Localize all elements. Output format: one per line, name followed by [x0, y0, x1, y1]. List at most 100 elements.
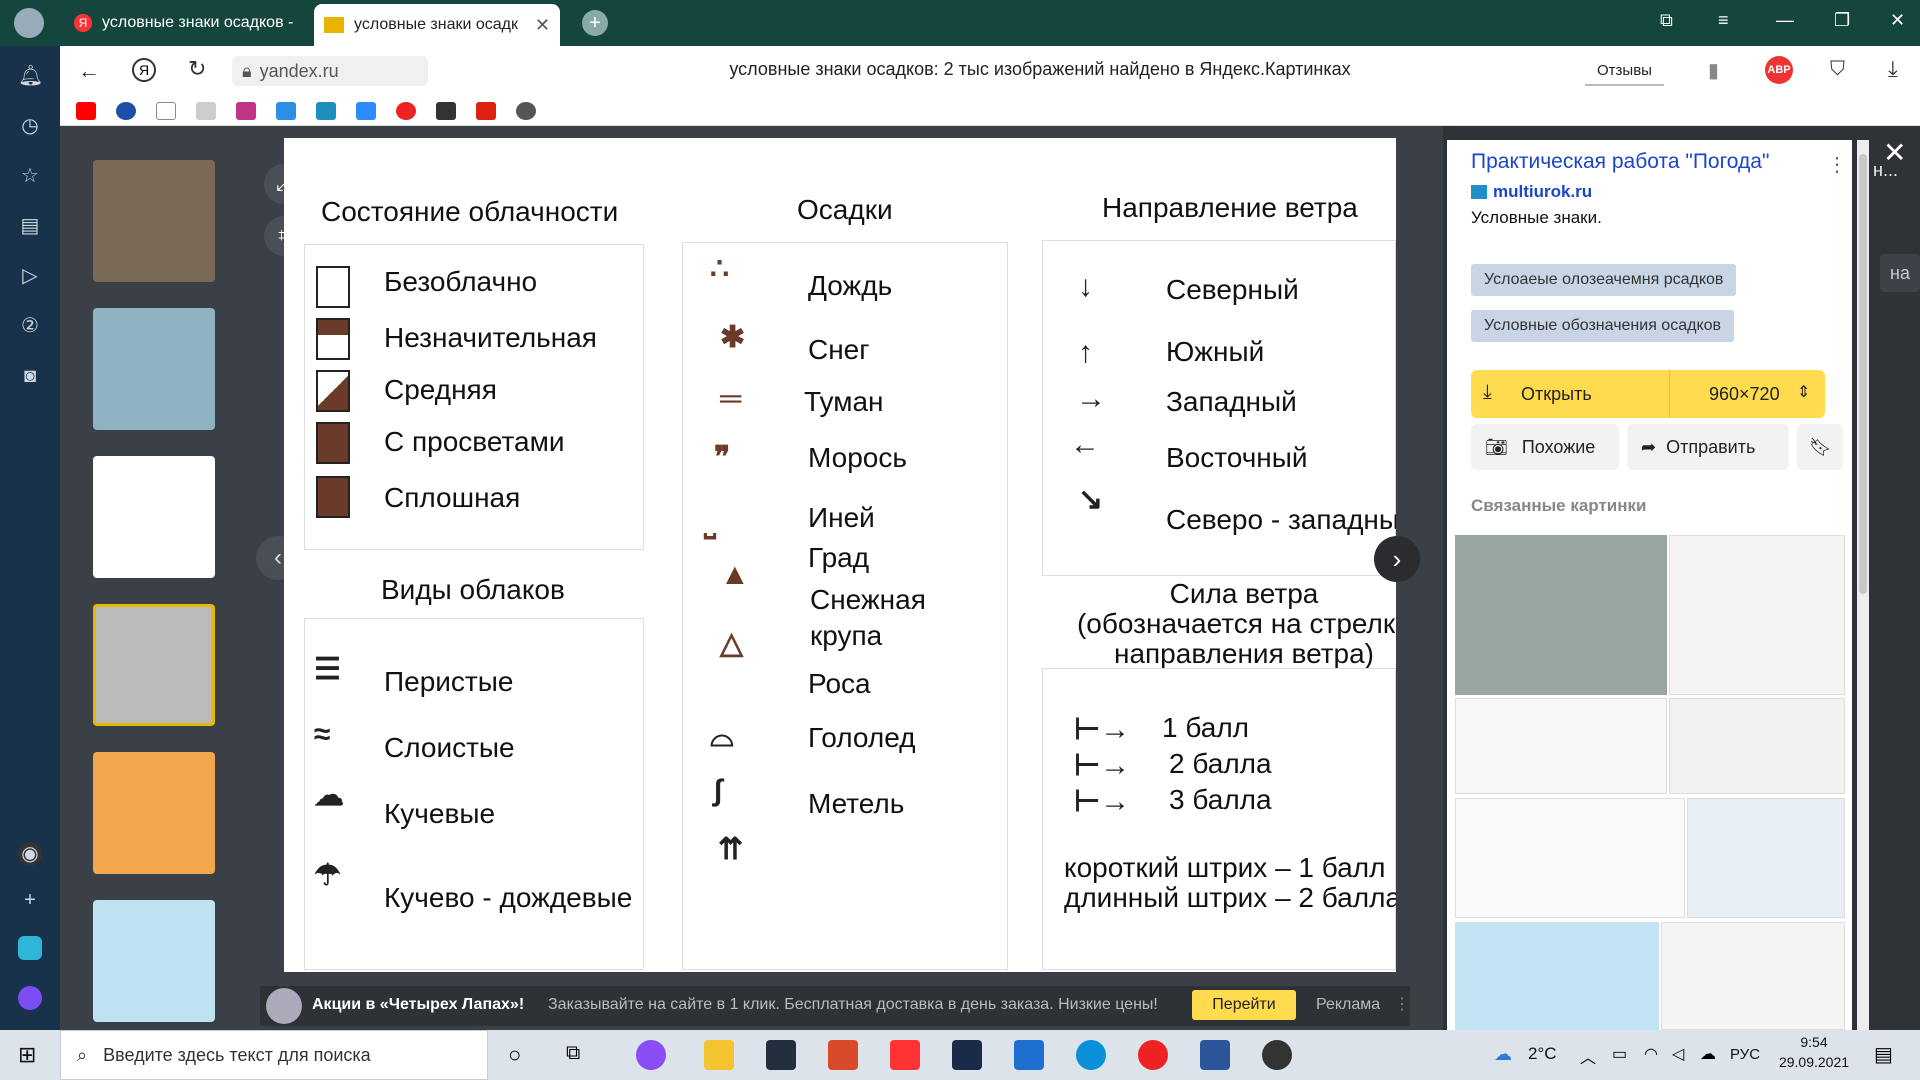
wifi-icon[interactable]: ◠ [1644, 1044, 1658, 1064]
back-icon[interactable]: ← [78, 58, 100, 84]
gear-icon[interactable] [516, 102, 536, 120]
maximize-button[interactable]: ❐ [1834, 10, 1850, 31]
reload-icon[interactable]: ↻ [188, 56, 206, 82]
thumbnail-5[interactable] [93, 752, 215, 874]
bookmark-icon[interactable]: ▮ [1708, 58, 1719, 83]
notifications-icon[interactable]: ▤ [1874, 1042, 1893, 1067]
play-icon[interactable]: ▷ [18, 264, 42, 288]
ad-go-button[interactable]: Перейти [1192, 990, 1296, 1020]
next-image-button[interactable]: › [1374, 536, 1420, 582]
bookmark-button[interactable]: 🔖︎ [1797, 424, 1843, 470]
edge-icon[interactable] [1076, 1040, 1106, 1070]
result-title-link[interactable]: Практическая работа "Погода" [1471, 150, 1769, 174]
feather-icon[interactable] [436, 102, 456, 120]
alice-app-icon[interactable]: ◉ [18, 842, 42, 866]
d-icon[interactable] [116, 102, 136, 120]
volume-icon[interactable]: ◁ [1672, 1044, 1684, 1064]
open-button[interactable]: ⤓ Открыть 960×720 ⇕ [1471, 370, 1825, 418]
related-image-3[interactable] [1455, 698, 1667, 794]
media-icon[interactable] [1262, 1040, 1292, 1070]
reviews-button[interactable]: Отзывы [1585, 56, 1664, 86]
download-icon[interactable]: ⤓ [1888, 56, 1898, 82]
related-image-8[interactable] [1661, 922, 1845, 1030]
word-icon[interactable] [1200, 1040, 1230, 1070]
copyright-icon[interactable] [396, 102, 416, 120]
battery-icon[interactable]: ▭ [1612, 1044, 1627, 1064]
profile-avatar[interactable] [14, 8, 44, 38]
adblock-icon[interactable]: ABP [1765, 56, 1793, 84]
tray-chevron-icon[interactable]: ︿ [1580, 1044, 1596, 1068]
related-image-1[interactable] [1455, 535, 1667, 695]
thumbnail-2[interactable] [93, 308, 215, 430]
related-image-5[interactable] [1455, 798, 1685, 918]
contacts-icon[interactable] [316, 102, 336, 120]
alice-icon[interactable] [18, 986, 42, 1010]
menu-icon[interactable]: ≡ [1718, 10, 1729, 31]
star-icon[interactable]: ☆ [18, 164, 42, 188]
document-icon[interactable] [156, 102, 176, 120]
new-tab-button[interactable]: + [582, 10, 608, 36]
youtube-icon[interactable] [76, 102, 96, 120]
ad-menu-icon[interactable]: ⋮ [1394, 994, 1410, 1014]
mail-icon[interactable] [1014, 1040, 1044, 1070]
tab-1[interactable]: Я условные знаки осадков - [64, 6, 308, 40]
label-dew: Роса [808, 668, 871, 699]
related-image-4[interactable] [1669, 698, 1845, 794]
photo-icon[interactable] [828, 1040, 858, 1070]
thumbnail-6[interactable] [93, 900, 215, 1022]
url-field[interactable]: 🔒︎ yandex.ru [232, 56, 428, 86]
add-icon[interactable]: + [18, 888, 42, 912]
yandex-home-icon[interactable]: Я [132, 58, 156, 82]
weather-icon[interactable]: ☁ [1494, 1044, 1512, 1065]
related-image-2[interactable] [1669, 535, 1845, 695]
instagram-icon[interactable] [236, 102, 256, 120]
image-size-select[interactable]: 960×720 [1709, 384, 1780, 405]
related-image-6[interactable] [1687, 798, 1845, 918]
similar-button[interactable]: 📷︎ Похожие [1471, 424, 1619, 470]
scrollbar[interactable] [1857, 140, 1869, 1030]
language-indicator[interactable]: РУС [1730, 1046, 1760, 1063]
related-image-7[interactable] [1455, 922, 1659, 1030]
thumbnail-3[interactable] [93, 456, 215, 578]
minimize-button[interactable]: — [1776, 10, 1794, 31]
explorer-icon[interactable] [704, 1040, 734, 1070]
tab-2[interactable]: условные знаки осадк ✕ [314, 4, 560, 46]
zoom-icon[interactable] [356, 102, 376, 120]
windows-start-icon[interactable]: ⊞ [18, 1042, 36, 1068]
share-button[interactable]: ➦ Отправить [1627, 424, 1789, 470]
bookmark-icon[interactable] [196, 102, 216, 120]
drizzle-symbol: ❞ [714, 441, 731, 474]
chat-icon[interactable] [276, 102, 296, 120]
collections-icon[interactable]: ▤ [18, 214, 42, 238]
history-icon[interactable]: ◷ [18, 114, 42, 138]
alice-app-icon[interactable] [636, 1040, 666, 1070]
amazon-icon[interactable] [766, 1040, 796, 1070]
onedrive-icon[interactable]: ☁ [1700, 1044, 1716, 1064]
search-tag-1[interactable]: Услоаеые олозеачемня рсадков [1471, 264, 1737, 296]
more-options-icon[interactable]: ⋮ [1827, 152, 1847, 177]
right-edge-button[interactable]: на [1880, 254, 1920, 292]
shield-icon[interactable] [476, 102, 496, 120]
thumbnail-1[interactable] [93, 160, 215, 282]
terminal-icon[interactable] [952, 1040, 982, 1070]
task-view-icon[interactable]: ○ [508, 1042, 521, 1068]
messenger-icon[interactable] [18, 936, 42, 960]
timeline-icon[interactable]: ⧉ [566, 1042, 580, 1065]
bell-icon[interactable]: 🔔︎ [18, 64, 43, 88]
thumbnail-4-selected[interactable] [93, 604, 215, 726]
camera-icon[interactable]: ◙ [18, 364, 42, 388]
hail-symbol: ▲ [720, 558, 750, 591]
search-tag-2[interactable]: Условные обозначения осадков [1471, 310, 1735, 342]
close-window-button[interactable]: ✕ [1890, 10, 1905, 31]
collections-icon[interactable]: ⧉ [1660, 10, 1673, 31]
extension-icon[interactable]: ⛉ [1830, 58, 1845, 81]
scrollbar-thumb[interactable] [1859, 154, 1867, 594]
yandex-browser-icon[interactable] [890, 1040, 920, 1070]
yandex-icon[interactable] [1138, 1040, 1168, 1070]
source-link[interactable]: multiurok.ru [1471, 182, 1592, 202]
close-tab-icon[interactable]: ✕ [535, 15, 550, 36]
zen-icon[interactable]: ② [18, 314, 42, 338]
ad-title[interactable]: Акции в «Четырех Лапах»! [312, 996, 524, 1014]
taskbar-search[interactable]: ⌕ Введите здесь текст для поиска [60, 1030, 488, 1080]
clock[interactable]: 9:54 29.09.2021 [1772, 1034, 1856, 1070]
